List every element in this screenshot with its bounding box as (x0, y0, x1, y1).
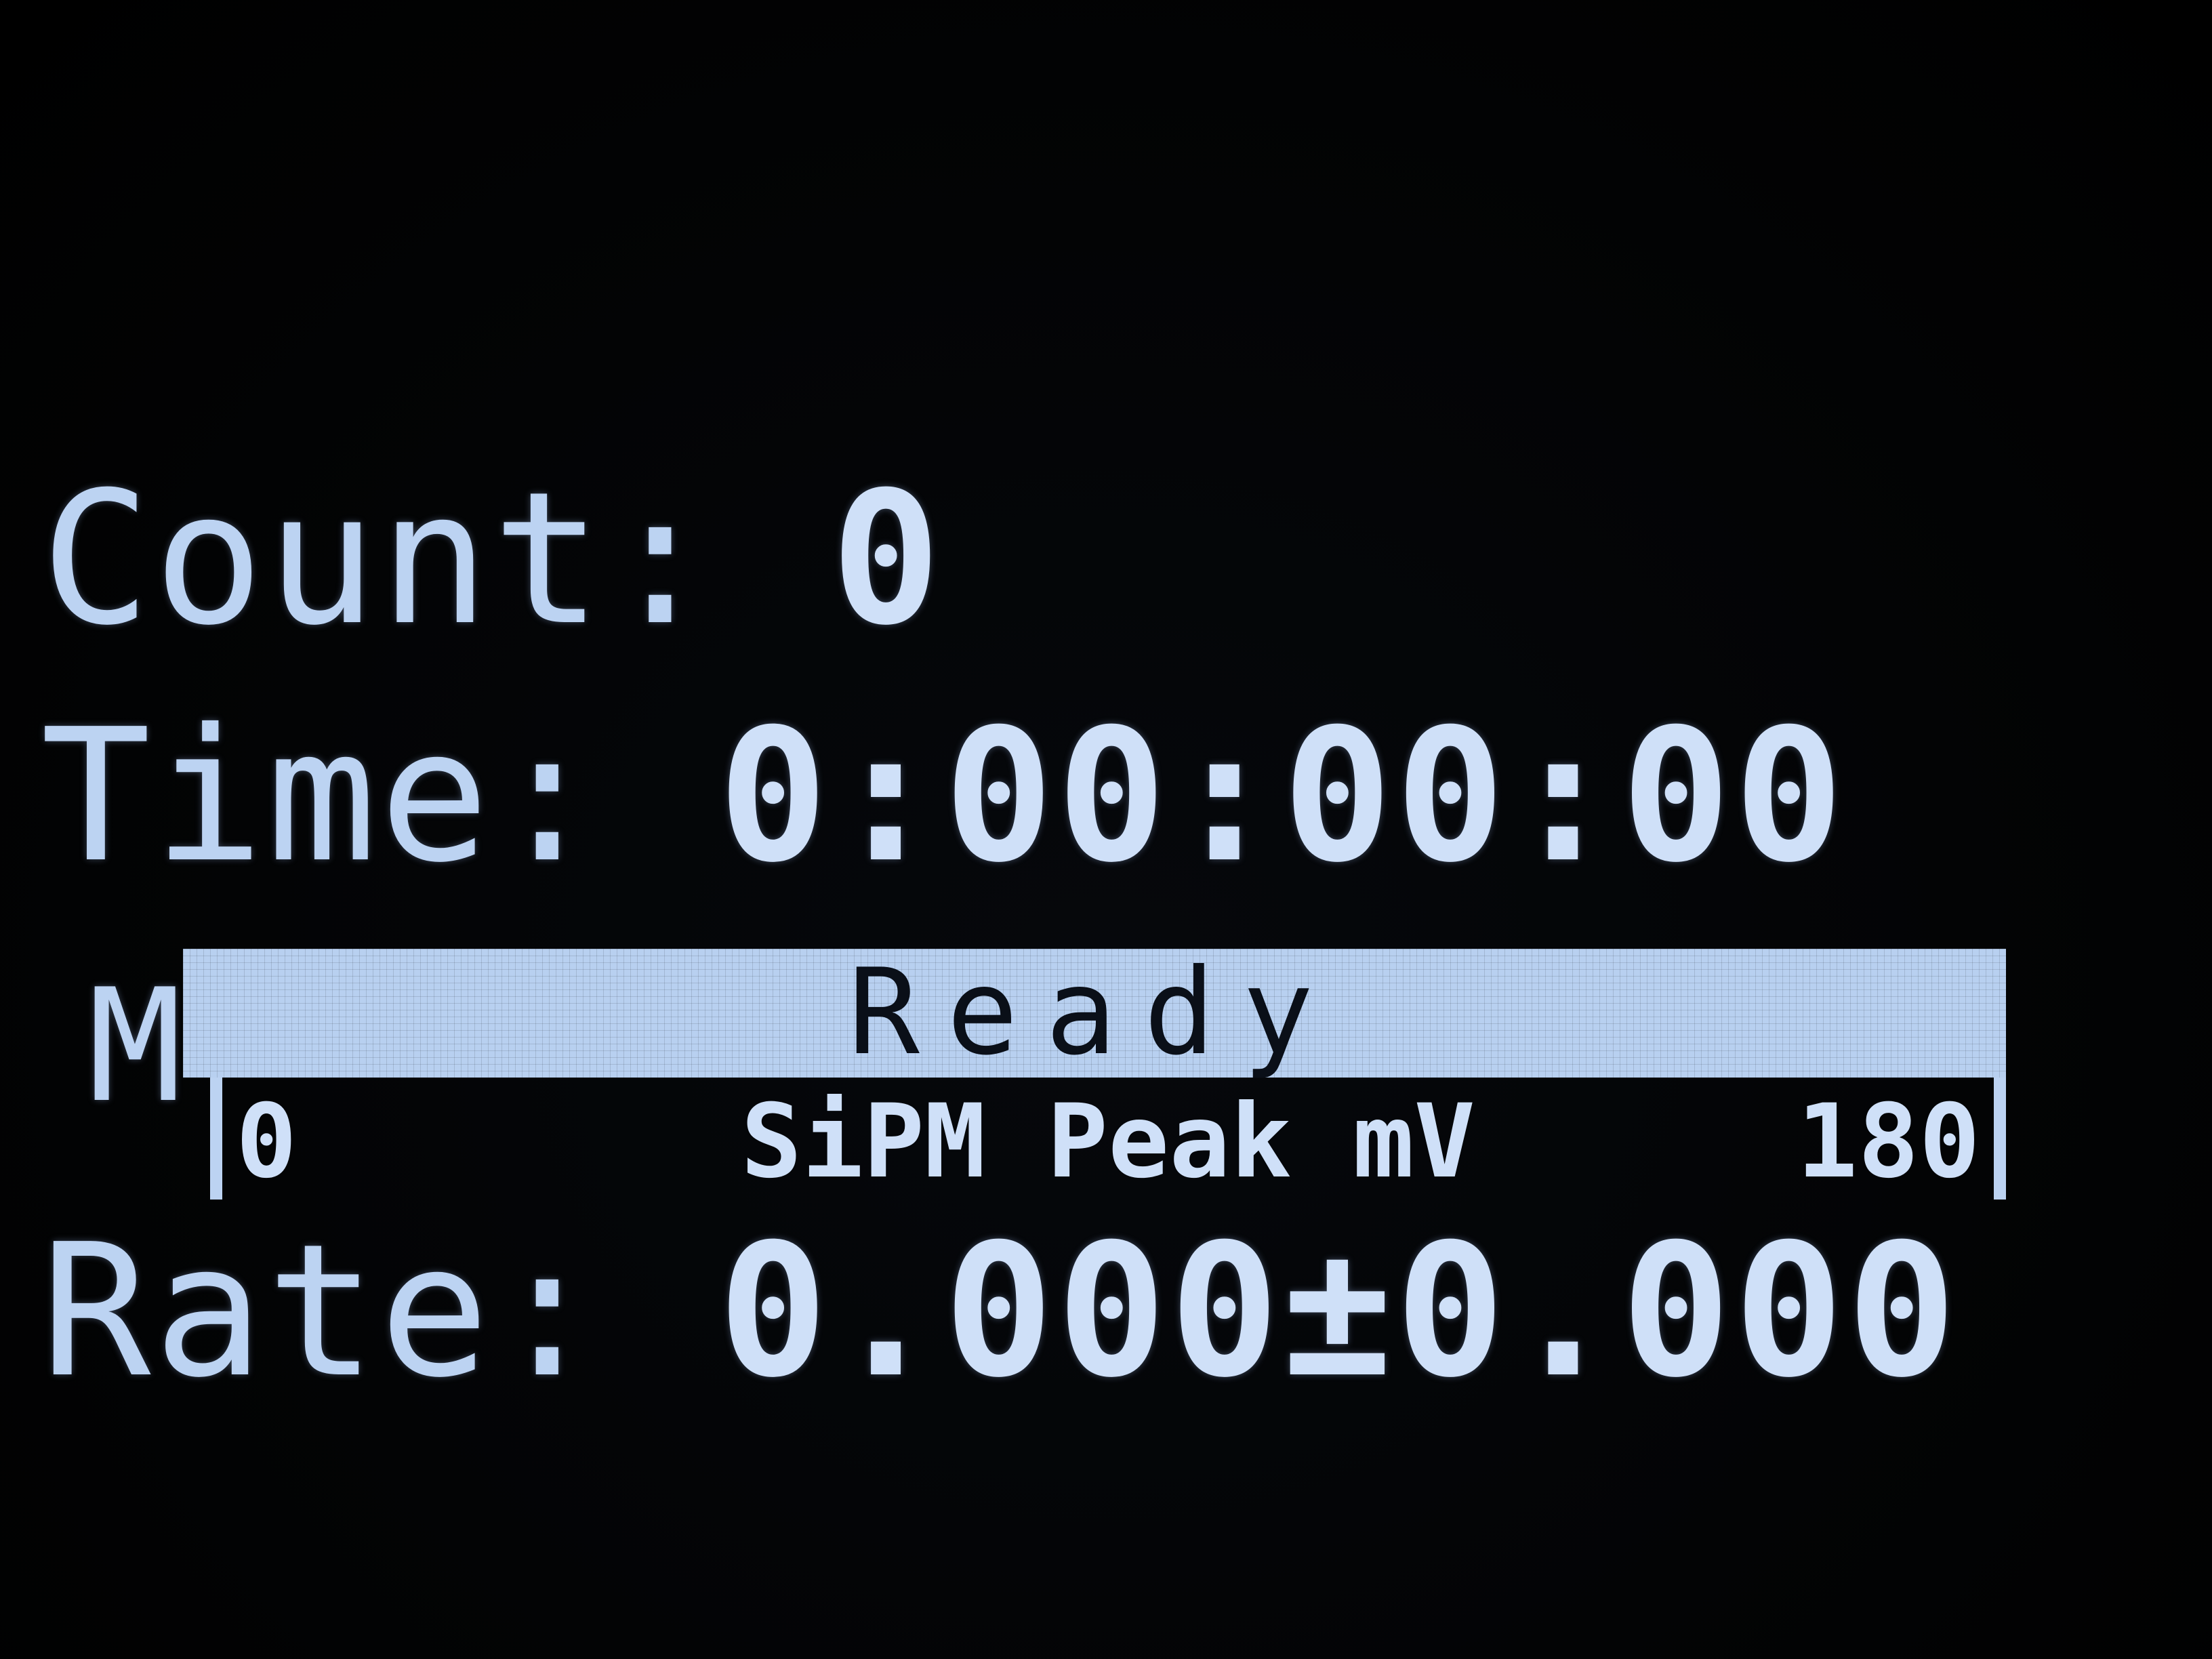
count-label: Count: (41, 452, 718, 665)
rate-value: 0.000±0.000 (718, 1204, 1960, 1418)
scale-max: 180 (1797, 1083, 1980, 1201)
mode-indicator: M (88, 956, 182, 1137)
rate-readout: Rate: 0.000±0.000 (41, 1220, 1959, 1403)
scale-label: SiPM Peak mV (741, 1083, 1475, 1201)
device-screen-photo: Count: 0 Time: 0:00:00:00 M Ready 0 SiPM… (0, 0, 2212, 1659)
count-readout: Count: 0 (41, 468, 943, 651)
time-value: 0:00:00:00 (718, 689, 1847, 903)
time-label: Time: (41, 689, 605, 903)
oled-display: Count: 0 Time: 0:00:00:00 M Ready 0 SiPM… (41, 434, 2006, 1464)
sipm-peak-scale: 0 SiPM Peak mV 180 (210, 1078, 2006, 1200)
rate-label: Rate: (41, 1204, 605, 1418)
time-readout: Time: 0:00:00:00 (41, 705, 1847, 888)
status-banner: Ready (183, 949, 2006, 1078)
status-text: Ready (848, 944, 1341, 1082)
count-value: 0 (830, 452, 944, 665)
